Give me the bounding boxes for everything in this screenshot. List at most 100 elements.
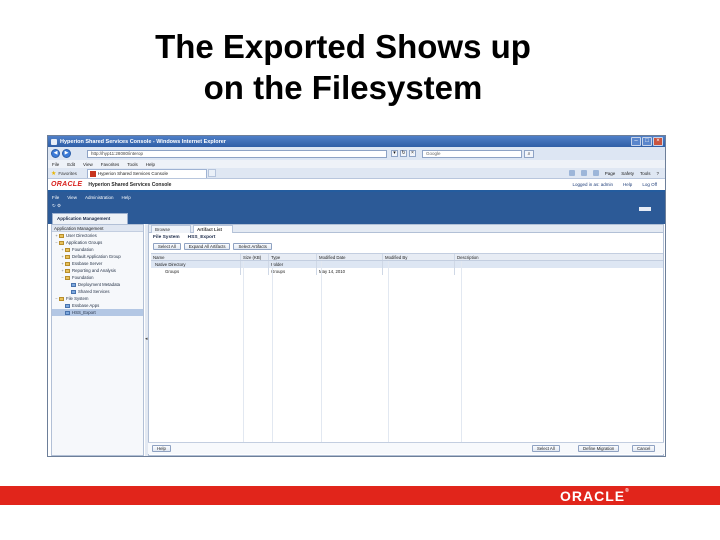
- tree-item[interactable]: + Foundation: [52, 246, 143, 253]
- url-input[interactable]: http://hyp11:28080/interop: [87, 149, 387, 158]
- menu-view[interactable]: View: [83, 162, 93, 167]
- browser-tabs-bar: ★ Favorites Hyperion Shared Services Con…: [48, 168, 665, 179]
- tab-browse[interactable]: Browse: [151, 225, 191, 233]
- log-off-link[interactable]: Log Off: [642, 182, 657, 187]
- search-icon[interactable]: ⌕: [524, 149, 534, 158]
- maximize-icon[interactable]: □: [642, 137, 652, 146]
- refresh-tool-icon[interactable]: ↻: [52, 203, 56, 208]
- console-header: ORACLE Hyperion Shared Services Console …: [48, 179, 665, 192]
- window-controls: – □ ×: [631, 137, 663, 146]
- bottom-select-all-button[interactable]: Select All: [532, 445, 560, 452]
- help-button[interactable]: Help: [152, 445, 171, 452]
- table-row[interactable]: Native Directory Folder: [151, 261, 663, 268]
- window-title: Hyperion Shared Services Console - Windo…: [60, 138, 226, 145]
- column-header-size[interactable]: Size (KB): [241, 254, 269, 260]
- panel-toggle-icon[interactable]: [639, 207, 651, 211]
- table-header: Name Size (KB) Type Modified Date Modifi…: [151, 254, 663, 261]
- tree-item-label: Default Application Group: [72, 254, 121, 259]
- user-links: Logged in as: admin Help Log Off: [573, 182, 665, 187]
- column-header-modified-date[interactable]: Modified Date: [317, 254, 383, 260]
- safety-menu[interactable]: Safety: [621, 171, 634, 176]
- breadcrumb-hss-export: HSS_Export: [187, 235, 216, 240]
- tools-menu[interactable]: Tools: [640, 171, 651, 176]
- tree-item[interactable]: + User Directories: [52, 232, 143, 239]
- menu-help[interactable]: Help: [146, 162, 155, 167]
- browser-menubar: File Edit View Favorites Tools Help: [48, 160, 665, 168]
- table-cell-modified-by: [383, 268, 455, 275]
- menu-tools[interactable]: Tools: [127, 162, 138, 167]
- home-icon[interactable]: [568, 170, 575, 176]
- menu-edit[interactable]: Edit: [67, 162, 75, 167]
- console-menu-file[interactable]: File: [52, 195, 59, 200]
- folder-icon: [65, 268, 70, 273]
- help-icon[interactable]: ?: [656, 171, 659, 176]
- footer-oracle-logo: ORACLE®: [560, 488, 630, 504]
- back-icon[interactable]: ◀: [51, 149, 60, 158]
- application-icon: [71, 282, 76, 287]
- tree-item[interactable]: − File System: [52, 295, 143, 302]
- column-header-name[interactable]: Name: [151, 254, 241, 260]
- forward-icon[interactable]: ▶: [62, 149, 71, 158]
- footer-logo-text: ORACLE: [560, 488, 626, 504]
- tree-item[interactable]: Shared Services: [52, 288, 143, 295]
- slide-title-line-1: The Exported Shows up: [155, 28, 531, 65]
- folder-icon: [65, 247, 70, 252]
- folder-icon: [65, 275, 70, 280]
- column-header-description[interactable]: Description: [455, 254, 663, 260]
- select-all-button[interactable]: Select All: [153, 243, 181, 250]
- tree-item[interactable]: − Application Groups: [52, 239, 143, 246]
- tree-item[interactable]: + Reporting and Analysis: [52, 267, 143, 274]
- new-tab-button[interactable]: [207, 169, 216, 177]
- favorites-button[interactable]: ★ Favorites: [51, 170, 77, 177]
- console-menu-administration[interactable]: Administration: [85, 195, 114, 200]
- column-divider: [321, 261, 322, 449]
- logged-in-user: Logged in as: admin: [572, 182, 614, 187]
- console-menu-view[interactable]: View: [67, 195, 77, 200]
- feeds-icon[interactable]: [580, 170, 587, 176]
- tab-application-management[interactable]: Application Management: [52, 213, 128, 224]
- settings-tool-icon[interactable]: ⚙: [57, 203, 61, 208]
- tree-item[interactable]: − Foundation: [52, 274, 143, 281]
- tree-item[interactable]: HSS_Export: [52, 309, 143, 316]
- define-migration-button[interactable]: Define Migration: [578, 445, 620, 452]
- folder-icon: [59, 296, 64, 301]
- console-menu-help[interactable]: Help: [121, 195, 130, 200]
- tab-artifact-list[interactable]: Artifact List: [193, 225, 233, 233]
- browser-tab[interactable]: Hyperion Shared Services Console: [86, 168, 207, 178]
- menu-favorites[interactable]: Favorites: [101, 162, 120, 167]
- tree-item[interactable]: Deployment Metadata: [52, 281, 143, 288]
- address-bar: ◀ ▶ http://hyp11:28080/interop ▾ ↻ × Goo…: [48, 147, 665, 160]
- column-header-modified-by[interactable]: Modified By: [383, 254, 455, 260]
- cancel-button[interactable]: Cancel: [632, 445, 656, 452]
- tree-item-label: Application Groups: [66, 240, 103, 245]
- folder-icon: [59, 240, 64, 245]
- stop-icon[interactable]: ×: [409, 150, 416, 157]
- column-divider: [461, 261, 462, 449]
- close-icon[interactable]: ×: [653, 137, 663, 146]
- page-menu[interactable]: Page: [605, 171, 616, 176]
- menu-file[interactable]: File: [52, 162, 59, 167]
- table-row[interactable]: Groups Groups May 14, 2010: [151, 268, 663, 275]
- column-header-type[interactable]: Type: [269, 254, 317, 260]
- tree-item[interactable]: + Default Application Group: [52, 253, 143, 260]
- table-cell-modified-date: [317, 261, 383, 268]
- dropdown-icon[interactable]: ▾: [391, 150, 398, 157]
- navigation-tree: + User Directories − Application Groups + Fou…: [52, 232, 143, 316]
- breadcrumb-file-system: File System: [153, 235, 180, 240]
- refresh-icon[interactable]: ↻: [400, 150, 407, 157]
- expand-all-artifacts-button[interactable]: Expand All Artifacts: [183, 243, 231, 250]
- help-link[interactable]: Help: [623, 182, 632, 187]
- product-name: Hyperion Shared Services Console: [88, 181, 172, 188]
- breadcrumb: File System HSS_Export: [153, 235, 215, 240]
- tree-item[interactable]: Essbase Apps: [52, 302, 143, 309]
- select-artifacts-button[interactable]: Select Artifacts: [233, 243, 272, 250]
- tree-item[interactable]: + Essbase Server: [52, 260, 143, 267]
- print-icon[interactable]: [592, 170, 599, 176]
- favorites-label: Favorites: [58, 170, 77, 176]
- search-input[interactable]: Google: [422, 149, 522, 158]
- slide-title-line-2: on the Filesystem: [203, 69, 483, 106]
- table-cell-size: [241, 261, 269, 268]
- minimize-icon[interactable]: –: [631, 137, 641, 146]
- browser-window: Hyperion Shared Services Console - Windo…: [47, 135, 666, 457]
- tree-item-label: Essbase Server: [72, 261, 103, 266]
